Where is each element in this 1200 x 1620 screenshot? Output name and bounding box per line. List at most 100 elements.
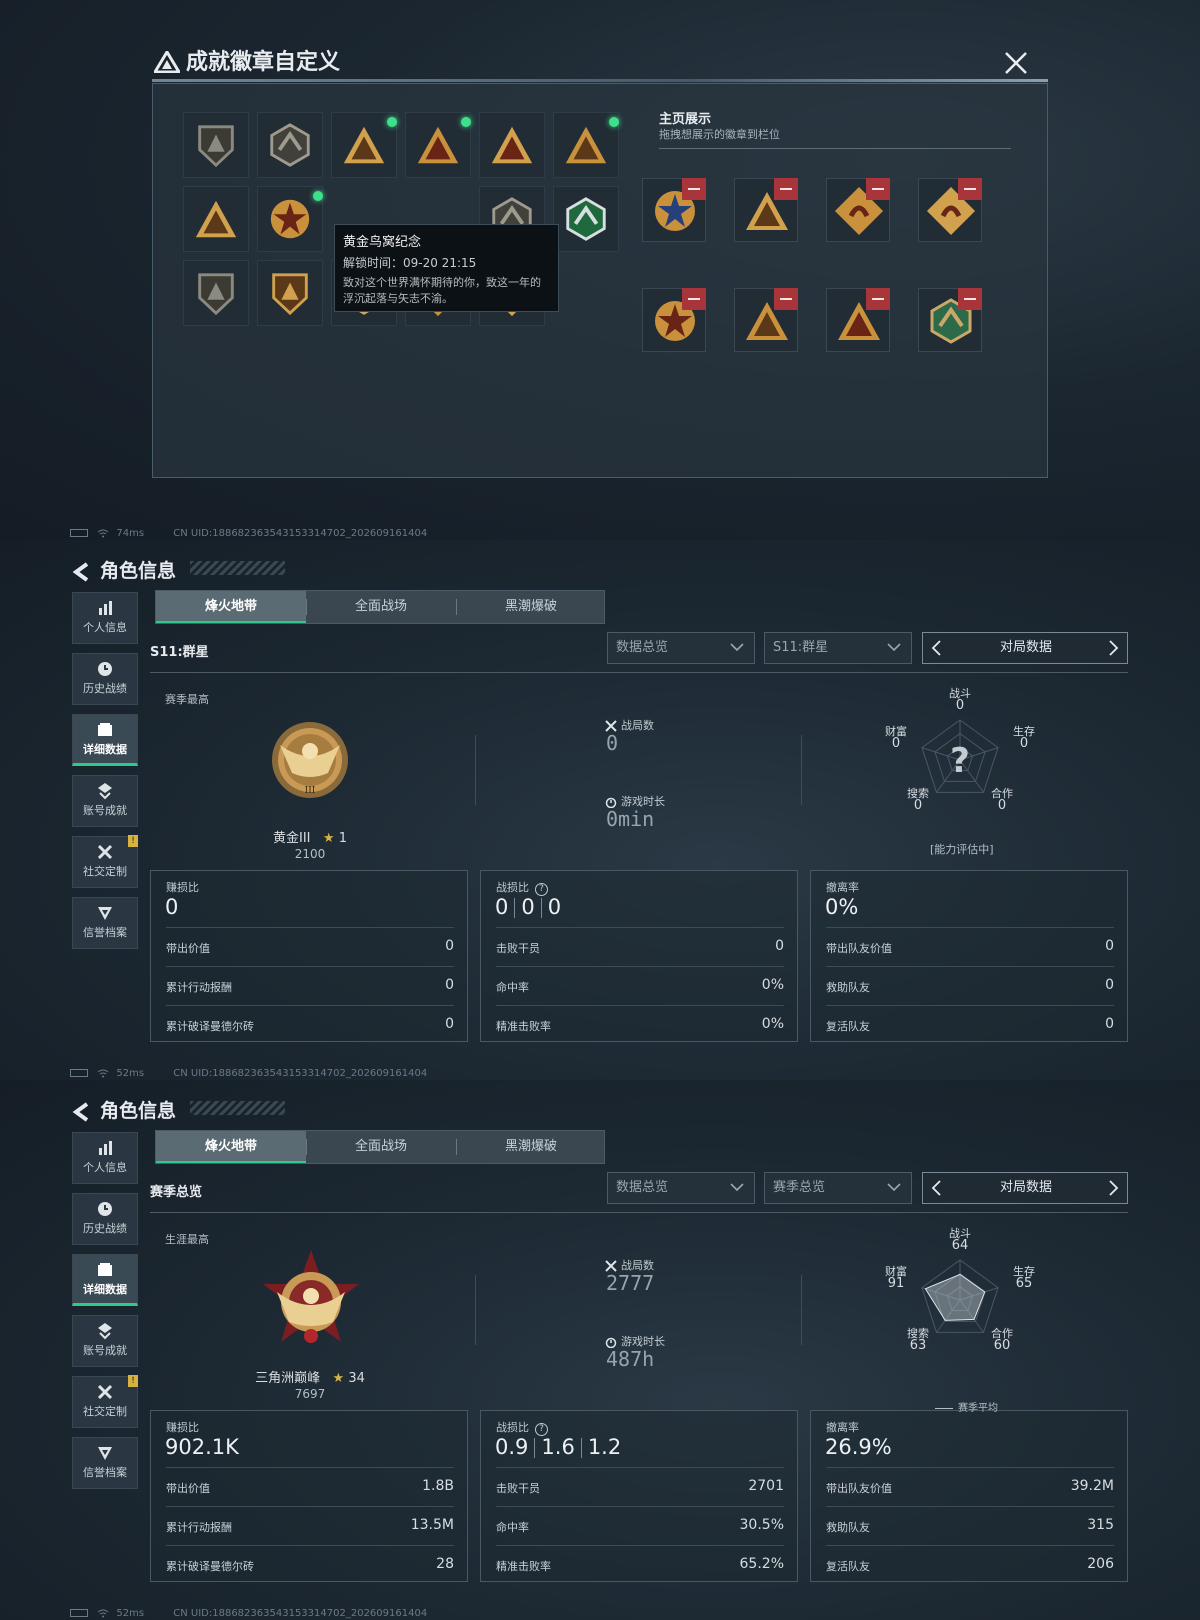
sidebar-item-personal-info[interactable]: 个人信息 [72, 592, 138, 644]
remove-badge-button[interactable] [774, 178, 798, 200]
remove-badge-button[interactable] [958, 288, 982, 310]
back-arrow-icon [72, 1101, 89, 1122]
tab-blaze-zone[interactable]: 烽火地带 [156, 1131, 306, 1163]
wifi-icon [97, 529, 109, 537]
stat-label: 精准击败率 [496, 1560, 551, 1573]
radar-label-survive: 生存 0 [1004, 726, 1044, 751]
remove-badge-button[interactable] [866, 178, 890, 200]
sidebar-item-history[interactable]: 历史战绩 [72, 653, 138, 705]
ability-radar-chart: ? 战斗 0 生存 0 合作 0 搜索 0 财富 0 [880, 688, 1040, 834]
showcase-slot[interactable] [826, 288, 890, 352]
sidebar-item-achievements[interactable]: 账号成就 [72, 1315, 138, 1367]
stat-label: 带出价值 [166, 942, 210, 955]
badge-slot[interactable] [183, 260, 249, 326]
badge-slot[interactable] [553, 112, 619, 178]
badge-slot[interactable] [479, 112, 545, 178]
showcase-slot[interactable] [918, 178, 982, 242]
stat-value: 30.5% [739, 1517, 784, 1533]
badge-slot[interactable] [331, 112, 397, 178]
stat-label: 累计破译曼德尔砖 [166, 1560, 254, 1573]
stat-row: 击败干员 2701 [496, 1467, 784, 1505]
badge-slot[interactable] [183, 186, 249, 252]
card-value: 26.9% [825, 1435, 892, 1459]
chevron-left-icon[interactable] [929, 1180, 945, 1196]
remove-badge-button[interactable] [866, 288, 890, 310]
showcase-slot[interactable] [826, 178, 890, 242]
section-divider [150, 672, 1128, 673]
remove-badge-button[interactable] [682, 288, 706, 310]
value-divider [534, 1438, 536, 1458]
divider [475, 735, 476, 805]
remove-badge-button[interactable] [958, 178, 982, 200]
tab-full-battlefield[interactable]: 全面战场 [306, 591, 456, 623]
sidebar-item-personal-info[interactable]: 个人信息 [72, 1132, 138, 1184]
chevron-right-icon[interactable] [1105, 640, 1121, 656]
sidebar-label: 社交定制 [83, 1405, 127, 1418]
badge-slot[interactable] [183, 112, 249, 178]
showcase-slot[interactable] [642, 288, 706, 352]
stat-row: 精准击败率 65.2% [496, 1545, 784, 1583]
pager-label: 对局数据 [999, 1180, 1052, 1195]
season-select[interactable]: S11:群星 [764, 632, 912, 664]
showcase-slot[interactable] [734, 288, 798, 352]
badge-slot[interactable] [257, 112, 323, 178]
data-type-select[interactable]: 数据总览 [607, 632, 755, 664]
sidebar-label: 信誉档案 [83, 926, 127, 939]
achievement-badge-icon [270, 199, 310, 239]
sidebar-item-achievements[interactable]: 账号成就 [72, 775, 138, 827]
stat-value: 2701 [748, 1478, 784, 1494]
tab-blaze-zone[interactable]: 烽火地带 [156, 591, 306, 623]
sidebar-label: 历史战绩 [83, 1222, 127, 1235]
remove-badge-button[interactable] [774, 288, 798, 310]
chevron-right-icon[interactable] [1105, 1180, 1121, 1196]
achievement-badge-icon [343, 126, 385, 164]
kd-value-1: 0.9 [495, 1435, 529, 1459]
title-divider [152, 79, 1048, 82]
rank-emblem-icon [255, 1248, 367, 1364]
stat-value: 39.2M [1070, 1478, 1114, 1494]
stat-row: 带出队友价值 39.2M [826, 1467, 1114, 1505]
tab-full-battlefield[interactable]: 全面战场 [306, 1131, 456, 1163]
badge-slot[interactable] [405, 112, 471, 178]
status-bar: 52ms CN UID:18868236354315331470​2_20260… [70, 1608, 427, 1619]
sidebar-label: 社交定制 [83, 865, 127, 878]
sidebar-item-detailed-data[interactable]: 详细数据 [72, 714, 138, 766]
card-value: 0.9 1.6 1.2 [495, 1435, 621, 1459]
tab-black-tide[interactable]: 黑潮爆破 [456, 591, 606, 623]
tab-black-tide[interactable]: 黑潮爆破 [456, 1131, 606, 1163]
sidebar-item-reputation[interactable]: 信誉档案 [72, 1437, 138, 1489]
sidebar-item-social-custom[interactable]: ! 社交定制 [72, 1375, 138, 1428]
page-title: 角色信息 [100, 560, 177, 582]
showcase-slot[interactable] [642, 178, 706, 242]
card-title: 撤离率 [826, 1421, 859, 1434]
radar-axis-value: 60 [993, 1338, 1011, 1353]
sidebar-item-detailed-data[interactable]: 详细数据 [72, 1254, 138, 1306]
stat-row: 精准击败率 0% [496, 1005, 784, 1043]
chevron-down-icon [887, 643, 901, 652]
showcase-slot[interactable] [918, 288, 982, 352]
remove-badge-button[interactable] [682, 178, 706, 200]
sidebar-item-reputation[interactable]: 信誉档案 [72, 897, 138, 949]
close-icon[interactable] [1002, 49, 1030, 77]
stat-value: 0 [1105, 1016, 1114, 1032]
badge-slot[interactable] [257, 186, 323, 252]
star-icon: ★ [332, 1371, 345, 1386]
sidebar-label: 历史战绩 [83, 682, 127, 695]
back-button[interactable]: 角色信息 [72, 556, 176, 583]
showcase-hint: 拖拽想展示的徽章到栏位 [659, 128, 780, 141]
clock-icon [98, 1202, 112, 1216]
season-select[interactable]: 赛季总览 [764, 1172, 912, 1204]
stat-row: 命中率 30.5% [496, 1506, 784, 1544]
back-button[interactable]: 角色信息 [72, 1096, 176, 1123]
sidebar-item-history[interactable]: 历史战绩 [72, 1193, 138, 1245]
sidebar-item-social-custom[interactable]: ! 社交定制 [72, 835, 138, 888]
showcase-slot[interactable] [734, 178, 798, 242]
card-value: 0% [825, 895, 859, 919]
chevron-left-icon[interactable] [929, 640, 945, 656]
badge-slot[interactable] [553, 186, 619, 252]
radar-axis-value: 0 [913, 798, 923, 813]
data-type-select[interactable]: 数据总览 [607, 1172, 755, 1204]
badge-slot[interactable] [257, 260, 323, 326]
radar-axis-value: 0 [955, 698, 965, 713]
sidebar-label: 个人信息 [83, 1161, 127, 1174]
